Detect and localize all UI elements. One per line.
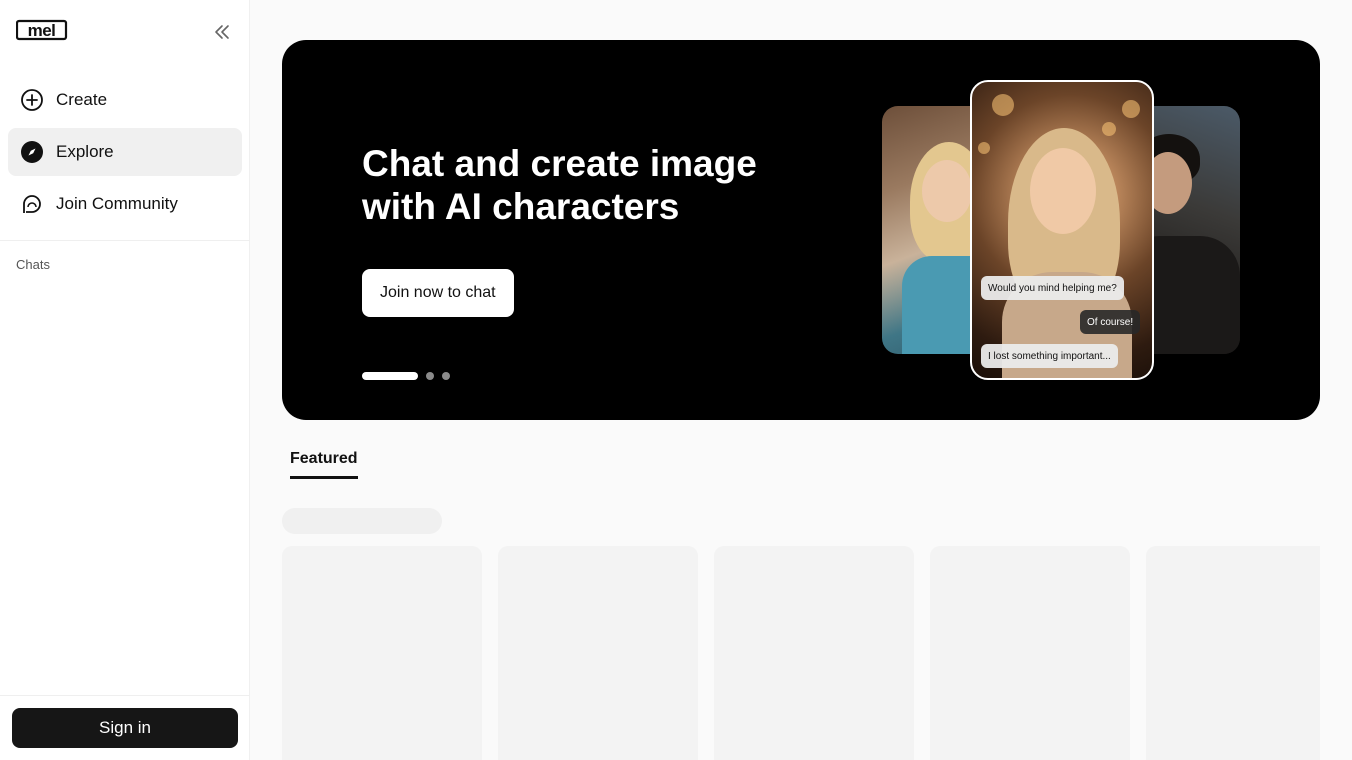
loading-skeleton-card: [930, 546, 1130, 760]
carousel-dot-2[interactable]: [426, 372, 434, 380]
sidebar-item-label: Join Community: [56, 194, 178, 213]
loading-skeleton-heading: [282, 508, 442, 534]
sidebar: mel Create Explore Join Community Chats …: [0, 0, 250, 760]
sidebar-item-explore[interactable]: Explore: [8, 128, 242, 176]
plus-circle-icon: [20, 88, 44, 112]
carousel-dot-3[interactable]: [442, 372, 450, 380]
content-tabs: Featured: [290, 450, 358, 479]
sidebar-bottom-divider: [0, 695, 250, 696]
sidebar-item-label: Explore: [56, 142, 114, 161]
loading-skeleton-card: [1146, 546, 1320, 760]
chat-bubble-3: I lost something important...: [981, 344, 1118, 368]
mel-logo[interactable]: mel: [15, 18, 68, 42]
carousel-dot-1[interactable]: [362, 372, 418, 380]
tab-featured[interactable]: Featured: [290, 450, 358, 479]
carousel-dots: [362, 372, 458, 380]
sidebar-item-create[interactable]: Create: [8, 76, 242, 124]
sign-in-button[interactable]: Sign in: [12, 708, 238, 748]
join-now-button[interactable]: Join now to chat: [362, 269, 514, 317]
character-grid: [282, 546, 1320, 760]
loading-skeleton-card: [498, 546, 698, 760]
loading-skeleton-card: [282, 546, 482, 760]
svg-text:mel: mel: [28, 21, 56, 40]
chats-section-label: Chats: [16, 257, 50, 272]
sidebar-item-join-community[interactable]: Join Community: [8, 180, 242, 228]
character-card-featured[interactable]: [970, 80, 1154, 380]
hero-banner[interactable]: Chat and create image with AI characters…: [282, 40, 1320, 420]
collapse-sidebar-icon[interactable]: [210, 20, 234, 44]
chat-bubble-2: Of course!: [1080, 310, 1141, 334]
sidebar-divider: [0, 240, 250, 241]
chat-bubble-icon: [20, 192, 44, 216]
compass-icon: [20, 140, 44, 164]
chat-bubble-1: Would you mind helping me?: [981, 276, 1124, 300]
sidebar-item-label: Create: [56, 90, 108, 109]
sidebar-nav: Create Explore Join Community: [8, 76, 242, 232]
loading-skeleton-card: [714, 546, 914, 760]
hero-title: Chat and create image with AI characters: [362, 143, 757, 227]
